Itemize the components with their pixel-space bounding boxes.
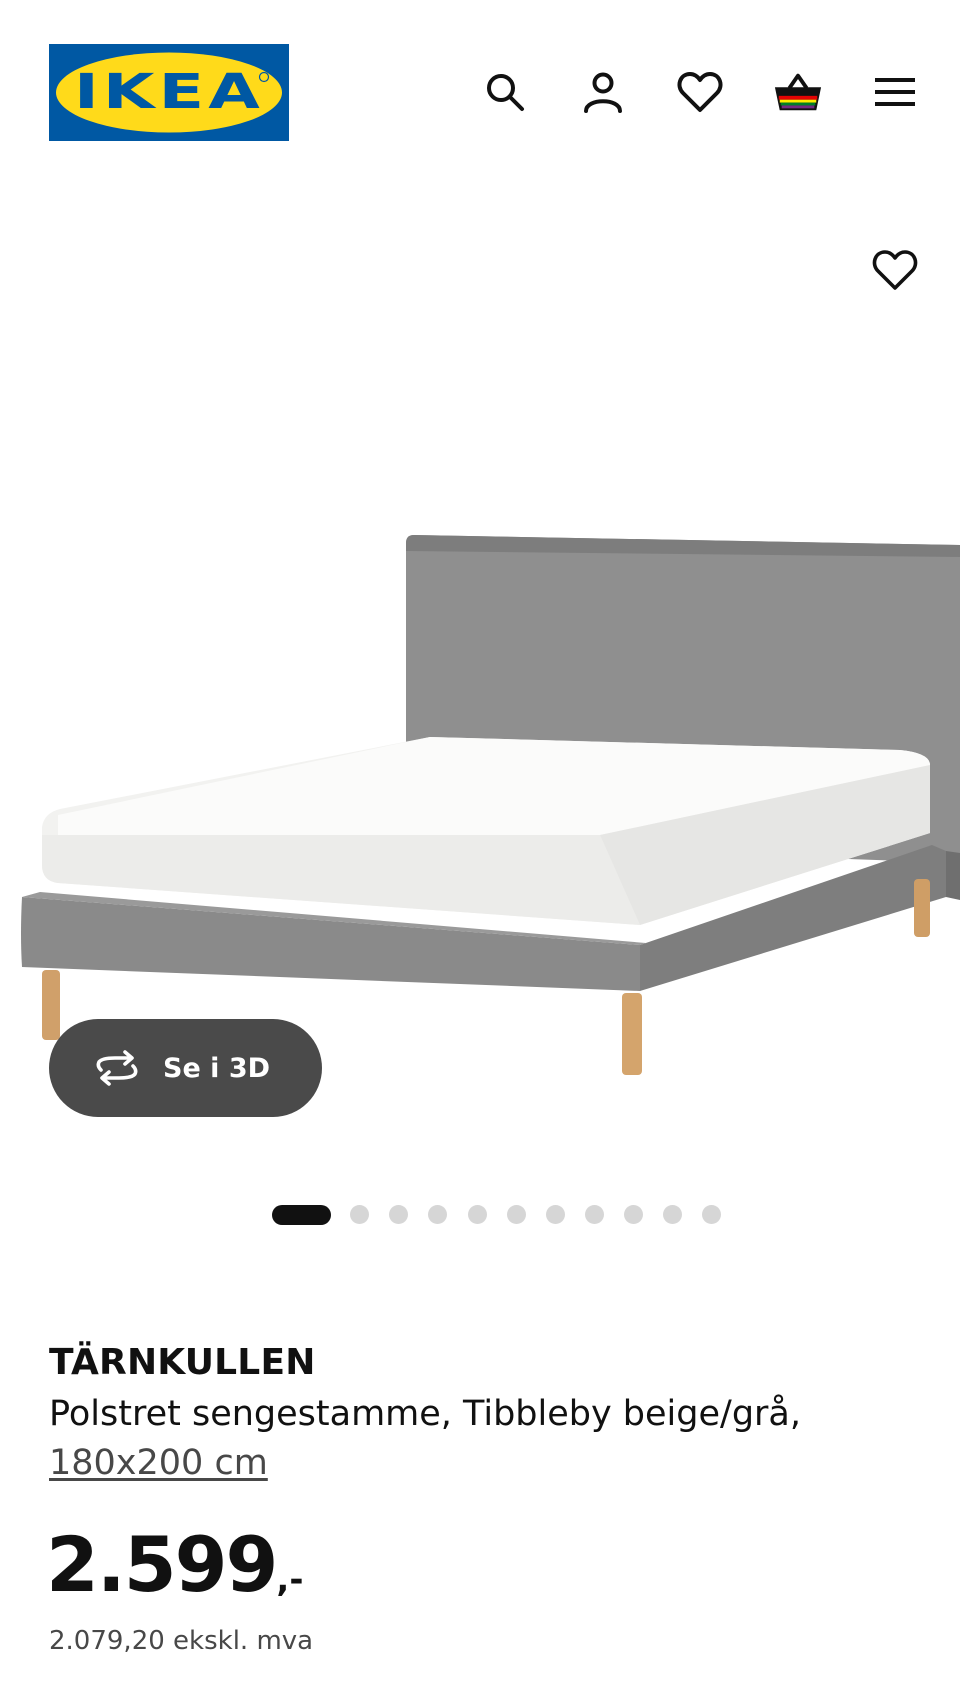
carousel-dot-10[interactable] [663, 1205, 682, 1224]
view-3d-button[interactable]: Se i 3D [49, 1019, 322, 1117]
carousel-dot-4[interactable] [428, 1205, 447, 1224]
price-suffix: ,- [276, 1560, 304, 1600]
carousel-dot-1[interactable] [272, 1205, 331, 1225]
user-icon[interactable] [578, 67, 628, 117]
rotate-3d-icon [96, 1050, 138, 1086]
carousel-dot-2[interactable] [350, 1205, 369, 1224]
cart-icon[interactable] [773, 67, 823, 117]
image-carousel-dots [0, 1202, 960, 1226]
carousel-dot-9[interactable] [624, 1205, 643, 1224]
menu-icon[interactable] [870, 67, 920, 117]
carousel-dot-11[interactable] [702, 1205, 721, 1224]
product-description-text: Polstret sengestamme, Tibbleby beige/grå… [49, 1394, 802, 1434]
heart-icon[interactable] [675, 67, 725, 117]
carousel-dot-7[interactable] [546, 1205, 565, 1224]
product-gallery[interactable]: Se i 3D [0, 185, 960, 1225]
view-3d-label: Se i 3D [163, 1052, 271, 1084]
price-amount: 2.599 [46, 1520, 278, 1609]
carousel-dot-6[interactable] [507, 1205, 526, 1224]
carousel-dot-3[interactable] [389, 1205, 408, 1224]
carousel-dot-8[interactable] [585, 1205, 604, 1224]
product-name: TÄRNKULLEN [49, 1342, 316, 1383]
heart-outline-icon[interactable] [870, 245, 920, 295]
product-description: Polstret sengestamme, Tibbleby beige/grå… [49, 1390, 919, 1488]
product-price: 2.599,- [46, 1520, 303, 1609]
carousel-dot-5[interactable] [468, 1205, 487, 1224]
price-excl-vat: 2.079,20 ekskl. mva [49, 1626, 314, 1656]
site-header: IKEA [0, 0, 960, 185]
product-size-link[interactable]: 180x200 cm [49, 1443, 268, 1483]
search-icon[interactable] [480, 67, 530, 117]
svg-text:IKEA: IKEA [74, 64, 264, 120]
ikea-logo[interactable]: IKEA [49, 44, 289, 141]
